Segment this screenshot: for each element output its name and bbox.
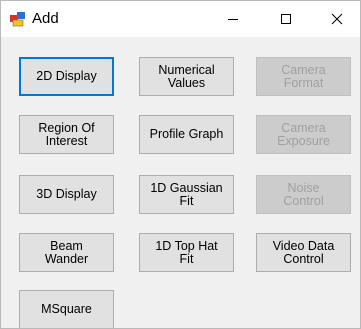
2d-display-button[interactable]: 2D Display (19, 57, 114, 96)
button-label: Beam Wander (44, 238, 89, 266)
region-of-interest-button[interactable]: Region Of Interest (19, 115, 114, 154)
numerical-values-button[interactable]: Numerical Values (139, 57, 234, 96)
button-label: Camera Format (281, 62, 326, 90)
button-label: Numerical Values (158, 62, 215, 90)
button-label: 1D Top Hat Fit (155, 238, 218, 266)
button-label: 2D Display (36, 69, 97, 83)
1d-gaussian-fit-button[interactable]: 1D Gaussian Fit (139, 175, 234, 214)
beam-wander-button[interactable]: Beam Wander (19, 233, 114, 272)
noise-control-button[interactable]: Noise Control (256, 175, 351, 214)
msquare-button[interactable]: MSquare (19, 290, 114, 328)
3d-display-button[interactable]: 3D Display (19, 175, 114, 214)
button-label: Camera Exposure (277, 120, 330, 148)
button-label: 3D Display (36, 187, 97, 201)
button-panel: 2D Display Numerical Values Camera Forma… (1, 37, 360, 328)
button-label: 1D Gaussian Fit (150, 180, 223, 208)
close-icon (331, 13, 343, 25)
title-bar[interactable]: Add (1, 1, 360, 37)
camera-format-button[interactable]: Camera Format (256, 57, 351, 96)
button-label: Region Of Interest (38, 120, 95, 148)
close-button[interactable] (314, 1, 360, 37)
button-label: MSquare (41, 302, 92, 316)
maximize-icon (281, 14, 291, 24)
video-data-control-button[interactable]: Video Data Control (256, 233, 351, 272)
minimize-button[interactable] (210, 1, 256, 37)
1d-top-hat-fit-button[interactable]: 1D Top Hat Fit (139, 233, 234, 272)
minimize-icon (228, 19, 238, 20)
camera-exposure-button[interactable]: Camera Exposure (256, 115, 351, 154)
profile-graph-button[interactable]: Profile Graph (139, 115, 234, 154)
button-label: Noise Control (283, 180, 324, 208)
windows-forms-app-icon (10, 12, 25, 27)
window-title: Add (32, 10, 59, 27)
button-label: Video Data Control (272, 238, 335, 266)
button-label: Profile Graph (149, 127, 224, 141)
maximize-button[interactable] (263, 1, 309, 37)
add-dialog-window: Add 2D Display Numerical Values Camera F… (0, 0, 361, 329)
